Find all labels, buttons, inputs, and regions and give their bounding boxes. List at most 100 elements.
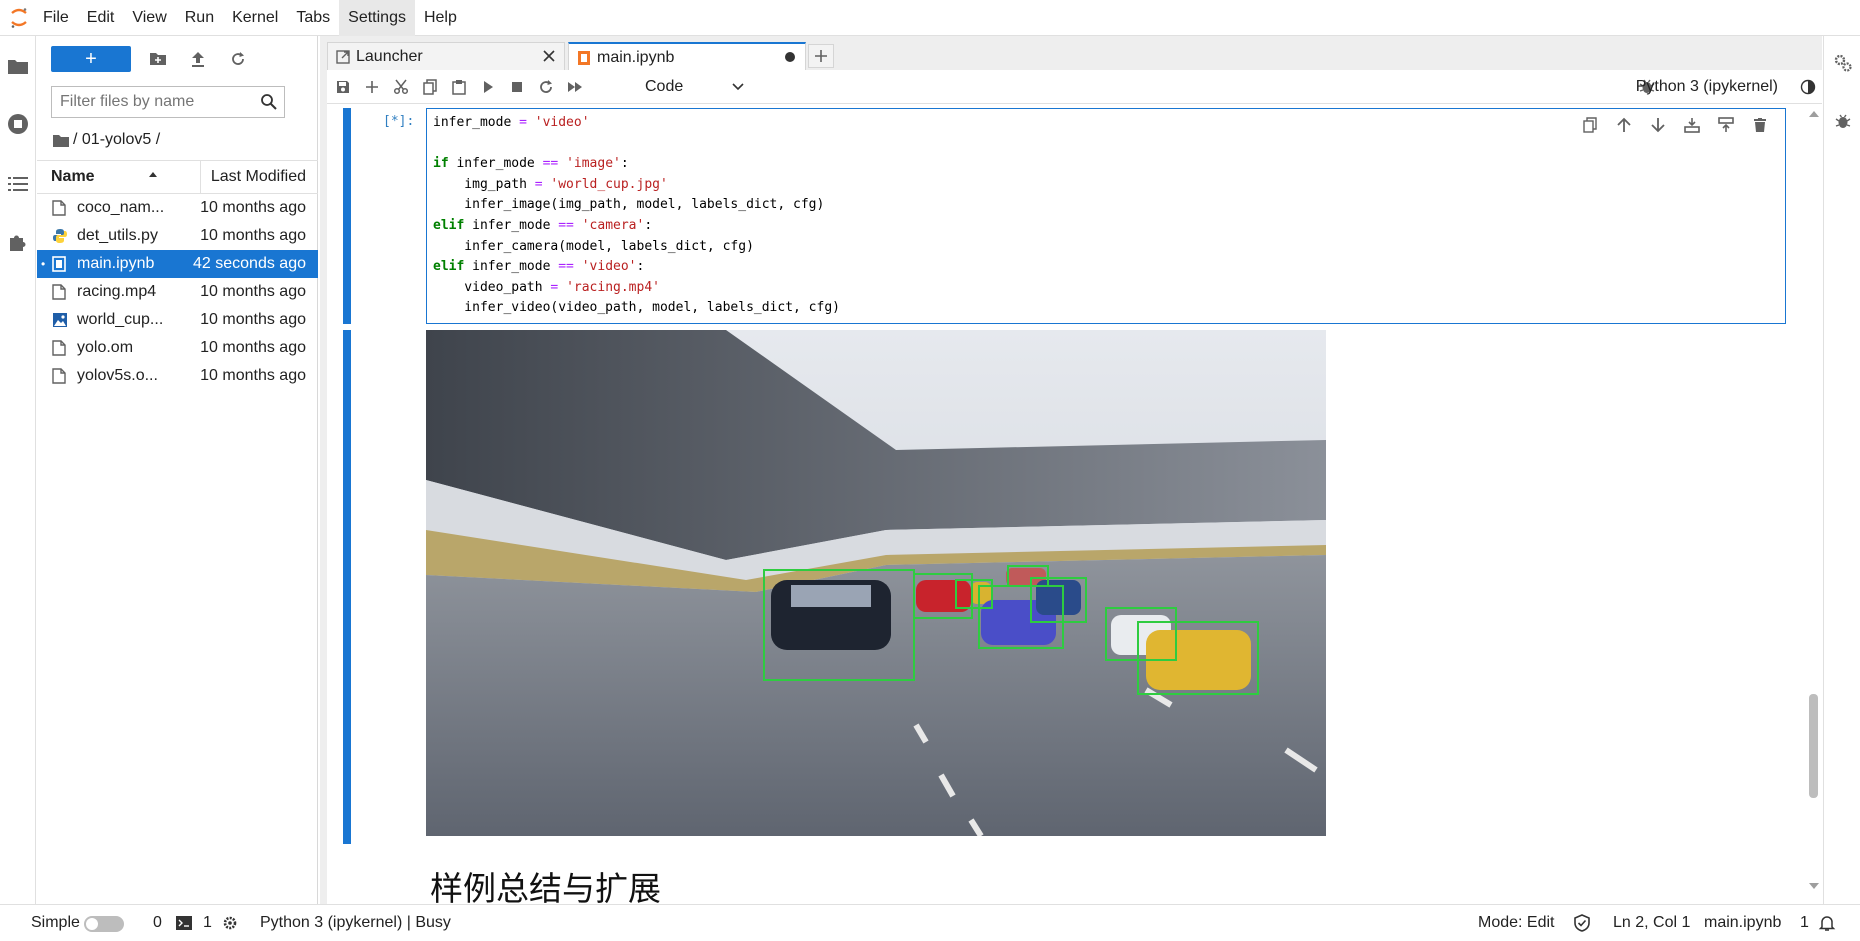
breadcrumb-path[interactable]: / 01-yolov5 /: [73, 131, 160, 149]
code-line-5: infer_image(img_path, model, labels_dict…: [433, 197, 825, 213]
copy-icon: [423, 79, 437, 95]
paste-button[interactable]: [447, 75, 471, 99]
menu-bar: File Edit View Run Kernel Tabs Settings …: [0, 0, 1860, 36]
add-tab-button[interactable]: [808, 44, 834, 68]
file-list-header: Name Last Modified: [37, 160, 318, 194]
cut-button[interactable]: [389, 75, 413, 99]
file-row[interactable]: yolov5s.o... 10 months ago: [37, 362, 318, 390]
filter-files-input[interactable]: [52, 87, 252, 117]
insert-cell-above-button[interactable]: [1675, 113, 1709, 137]
code-line-7: infer_camera(model, labels_dict, cfg): [433, 238, 754, 254]
cursor-position[interactable]: Ln 2, Col 1: [1613, 905, 1690, 941]
extension-manager-button[interactable]: [0, 222, 36, 262]
new-folder-icon: [150, 53, 166, 65]
menu-view[interactable]: View: [123, 0, 175, 36]
scroll-down-icon[interactable]: [1809, 882, 1819, 890]
refresh-icon: [232, 52, 244, 65]
debugger-panel-button[interactable]: [1830, 108, 1856, 134]
menu-tabs[interactable]: Tabs: [287, 0, 339, 36]
menu-help[interactable]: Help: [415, 0, 466, 36]
upload-button[interactable]: [185, 46, 211, 72]
restart-kernel-button[interactable]: [534, 75, 558, 99]
file-list: coco_nam... 10 months ago det_utils.py 10 m…: [37, 194, 318, 390]
table-of-contents-button[interactable]: [0, 164, 36, 204]
file-row[interactable]: • main.ipynb 42 seconds ago: [37, 250, 318, 278]
output-collapser[interactable]: [343, 330, 351, 844]
interrupt-kernel-button[interactable]: [505, 75, 529, 99]
insert-cell-button[interactable]: [360, 75, 384, 99]
plus-icon: [366, 81, 378, 93]
file-row[interactable]: racing.mp4 10 months ago: [37, 278, 318, 306]
filter-files-box: [51, 86, 285, 118]
python-icon: [52, 228, 68, 244]
run-cell-button[interactable]: [476, 75, 500, 99]
tab-bar: Launcher main.ipynb: [320, 36, 1822, 71]
notebook-scrollbar[interactable]: [1805, 104, 1822, 904]
copy-button[interactable]: [418, 75, 442, 99]
insert-above-icon: [1684, 118, 1700, 133]
delete-cell-button[interactable]: [1743, 113, 1777, 137]
duplicate-cell-button[interactable]: [1573, 113, 1607, 137]
save-button[interactable]: [331, 75, 355, 99]
code-editor[interactable]: infer_mode = 'video' if infer_mode == 'i…: [433, 113, 840, 319]
name-column-header[interactable]: Name: [51, 161, 201, 193]
refresh-icon: [540, 80, 552, 93]
move-cell-down-button[interactable]: [1641, 113, 1675, 137]
file-name: racing.mp4: [77, 283, 157, 300]
file-modified: 10 months ago: [200, 367, 306, 384]
insert-cell-below-button[interactable]: [1709, 113, 1743, 137]
list-icon: [8, 177, 28, 191]
new-launcher-button[interactable]: +: [51, 46, 131, 72]
file-row[interactable]: yolo.om 10 months ago: [37, 334, 318, 362]
new-folder-button[interactable]: [145, 46, 171, 72]
property-inspector-button[interactable]: [1830, 50, 1856, 76]
running-sessions-button[interactable]: [0, 104, 36, 144]
insert-below-icon: [1718, 117, 1734, 132]
code-line-1: infer_mode = 'video': [433, 115, 590, 130]
kernel-count: 1: [203, 914, 212, 931]
restart-run-all-button[interactable]: [563, 75, 587, 99]
refresh-button[interactable]: [225, 46, 251, 72]
file-row[interactable]: coco_nam... 10 months ago: [37, 194, 318, 222]
menu-edit[interactable]: Edit: [78, 0, 124, 36]
last-modified-column-header[interactable]: Last Modified: [211, 161, 306, 193]
terminal-icon[interactable]: [176, 905, 192, 941]
scroll-up-icon[interactable]: [1809, 110, 1819, 118]
tab-main-ipynb[interactable]: main.ipynb: [568, 42, 806, 71]
file-icon: [52, 284, 68, 300]
file-name: world_cup...: [77, 311, 164, 328]
scrollbar-thumb[interactable]: [1809, 694, 1818, 798]
cell-type-select[interactable]: Code: [645, 74, 745, 100]
tab-launcher[interactable]: Launcher: [327, 42, 565, 70]
menu-file[interactable]: File: [34, 0, 78, 36]
move-cell-up-button[interactable]: [1607, 113, 1641, 137]
kernel-name-button[interactable]: Python 3 (ipykernel): [1636, 70, 1802, 104]
notebook-panel: [*]: infer_mode = 'video' if infer_mode …: [327, 104, 1822, 904]
simple-mode-toggle[interactable]: [84, 916, 124, 932]
name-column-label: Name: [51, 168, 95, 185]
file-row[interactable]: det_utils.py 10 months ago: [37, 222, 318, 250]
cell-collapser[interactable]: [343, 108, 351, 324]
code-line-3: if infer_mode == 'image':: [433, 156, 629, 172]
file-browser-tab-button[interactable]: [0, 46, 36, 86]
file-modified: 10 months ago: [200, 283, 306, 300]
kernel-busy-icon: [1800, 79, 1816, 100]
stop-circle-icon: [8, 114, 28, 134]
shield-check-icon[interactable]: [1574, 905, 1590, 941]
kernel-gear-icon[interactable]: [222, 905, 238, 941]
current-file-name: main.ipynb: [1704, 914, 1782, 931]
close-icon[interactable]: [542, 49, 556, 63]
menu-kernel[interactable]: Kernel: [223, 0, 287, 36]
file-row[interactable]: world_cup... 10 months ago: [37, 306, 318, 334]
arrow-up-icon: [1617, 117, 1631, 132]
menu-settings[interactable]: Settings: [339, 0, 415, 36]
save-icon: [337, 81, 349, 93]
code-cell-editor[interactable]: infer_mode = 'video' if infer_mode == 'i…: [426, 108, 1786, 324]
bell-icon[interactable]: [1818, 905, 1836, 941]
menu-run[interactable]: Run: [176, 0, 223, 36]
code-line-8: elif infer_mode == 'video':: [433, 259, 645, 275]
video-output-frame: [426, 330, 1326, 836]
file-modified: 10 months ago: [200, 339, 306, 356]
unsaved-dot-icon[interactable]: [783, 50, 797, 64]
kernel-status-text[interactable]: Python 3 (ipykernel) | Busy: [260, 905, 451, 941]
